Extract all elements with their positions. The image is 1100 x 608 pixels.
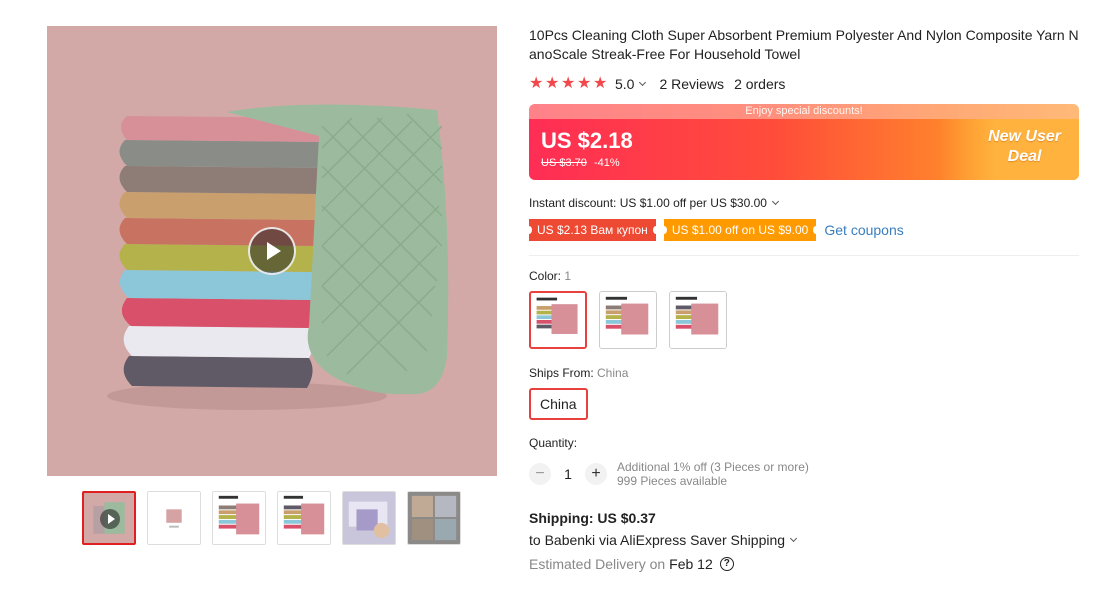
coupon-badge-welcome[interactable]: US $2.13 Вам купон [526,219,659,241]
ships-from-label-text: Ships From: [529,366,598,380]
thumbnail-lifestyle-2[interactable] [407,491,461,545]
current-price: US $2.18 [541,128,633,153]
instant-discount[interactable]: Instant discount: US $1.00 off per US $3… [529,196,1079,210]
coupon-badge-store[interactable]: US $1.00 off on US $9.00 [660,219,819,241]
deal-line-1: New User [988,128,1061,145]
color-option-1[interactable] [529,291,587,349]
color-value: 1 [564,269,572,283]
ships-from-label: Ships From: China [529,366,1079,380]
banner-promo-text: Enjoy special discounts! [529,104,1079,119]
thumbnail-image [148,492,200,544]
shipping-method-text: to Babenki via AliExpress Saver Shipping [529,532,786,548]
play-video-button[interactable] [248,227,296,275]
swatch-image [600,292,656,348]
color-label-text: Color: [529,269,565,283]
divider [529,255,1079,256]
deal-line-2: Deal [1007,148,1042,165]
coupon-row: US $2.13 Вам купон US $1.00 off on US $9… [526,219,1079,241]
thumbnail-video[interactable] [82,491,136,545]
product-info-panel: 10Pcs Cleaning Cloth Super Absorbent Pre… [526,26,1079,572]
shipping-method-selector[interactable]: to Babenki via AliExpress Saver Shipping [529,532,1079,548]
quantity-info: Additional 1% off (3 Pieces or more) 999… [617,460,809,488]
swatch-image [670,292,726,348]
chevron-down-icon [771,197,779,206]
ships-from-value: China [597,366,629,380]
quantity-decrease-button[interactable]: − [529,463,551,485]
star-icon: ★ [529,75,544,92]
discount-percent: -41% [593,157,620,169]
thumbnail-strip [82,491,461,545]
play-icon [267,242,281,260]
shipping-cost: Shipping: US $0.37 [529,510,656,526]
bulk-discount-text: Additional 1% off (3 Pieces or more) [617,460,809,474]
quantity-increase-button[interactable]: + [585,463,607,485]
thumbnail-pack-30[interactable] [277,491,331,545]
thumbnail-single-cloth[interactable] [147,491,201,545]
rating-value: 5.0 [615,76,635,92]
product-title: 10Pcs Cleaning Cloth Super Absorbent Pre… [529,27,1079,62]
swatch-image [531,293,585,347]
star-icon: ★ [545,75,560,92]
chevron-down-icon [790,534,798,543]
price-banner: Enjoy special discounts! New User Deal U… [529,104,1079,180]
thumbnail-image [408,492,460,544]
quantity-stepper: − 1 + Additional 1% off (3 Pieces or mor… [529,460,1079,488]
ships-from-option-china[interactable]: China [529,388,588,420]
color-option-2[interactable] [599,291,657,349]
stock-available-text: 999 Pieces available [617,474,728,488]
thumbnail-image [278,492,330,544]
orders-count: 2 orders [734,76,786,92]
thumbnail-image [213,492,265,544]
original-price: US $3.70 [541,157,587,169]
thumbnail-pack-25[interactable] [212,491,266,545]
thumbnail-image [343,492,395,544]
rating-dropdown[interactable]: 5.0 [615,76,647,92]
estimated-delivery: Estimated Delivery on Feb 12 ? [529,556,1079,572]
reviews-link[interactable]: 2 Reviews [659,76,724,92]
star-rating: ★ ★ ★ ★ ★ [529,75,608,92]
rating-row: ★ ★ ★ ★ ★ 5.0 2 Reviews 2 orders [529,74,1079,94]
play-icon [100,509,120,529]
main-product-image[interactable] [47,26,497,476]
help-icon[interactable]: ? [719,557,734,571]
thumbnail-lifestyle-1[interactable] [342,491,396,545]
delivery-label: Estimated Delivery on [529,556,666,572]
color-option-3[interactable] [669,291,727,349]
original-price-row: US $3.70 -41% [541,157,620,169]
star-icon: ★ [593,75,608,92]
instant-discount-text: Instant discount: US $1.00 off per US $3… [529,196,767,210]
quantity-input[interactable]: 1 [551,466,585,482]
new-user-deal-badge: New User Deal [988,127,1061,167]
star-icon: ★ [577,75,592,92]
star-icon: ★ [561,75,576,92]
color-swatches [529,291,1079,349]
quantity-label: Quantity: [529,436,578,450]
get-coupons-link[interactable]: Get coupons [824,222,903,238]
delivery-date: Feb 12 [669,556,713,572]
chevron-down-icon [639,78,647,87]
color-label: Color: 1 [529,269,1079,283]
